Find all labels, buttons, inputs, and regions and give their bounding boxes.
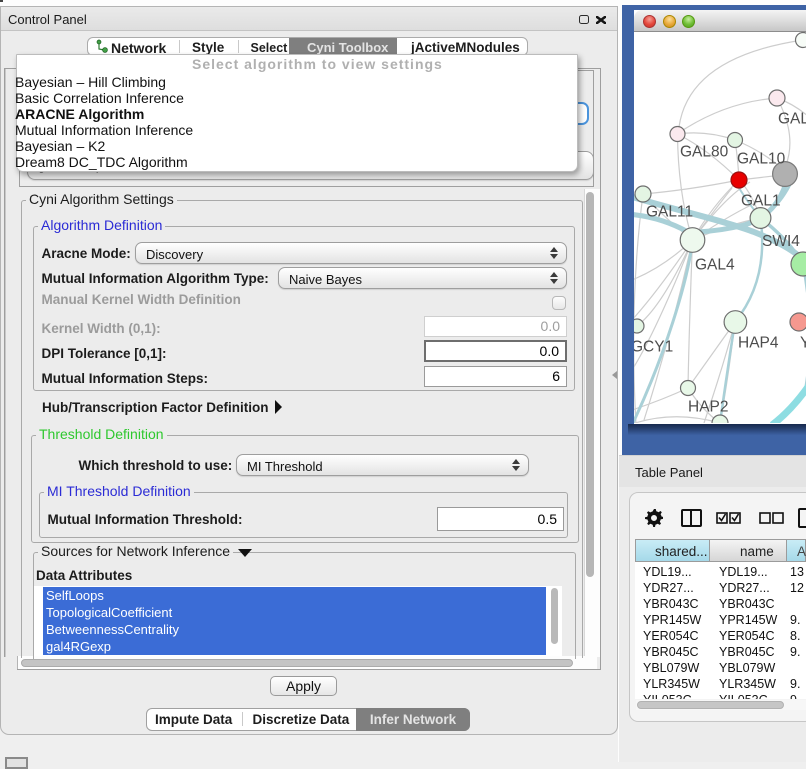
svg-text:GAL: GAL <box>778 111 806 128</box>
svg-text:GAL4: GAL4 <box>695 257 735 274</box>
svg-text:GCY1: GCY1 <box>634 339 673 356</box>
svg-text:GAL10: GAL10 <box>737 151 786 168</box>
svg-text:Y: Y <box>800 335 806 352</box>
svg-text:GAL1: GAL1 <box>741 193 781 210</box>
svg-text:GAL11: GAL11 <box>646 204 693 221</box>
svg-text:HAP2: HAP2 <box>688 399 729 416</box>
svg-text:HAP4: HAP4 <box>738 335 779 352</box>
svg-text:SWI4: SWI4 <box>762 233 800 250</box>
svg-text:GAL80: GAL80 <box>680 144 729 161</box>
